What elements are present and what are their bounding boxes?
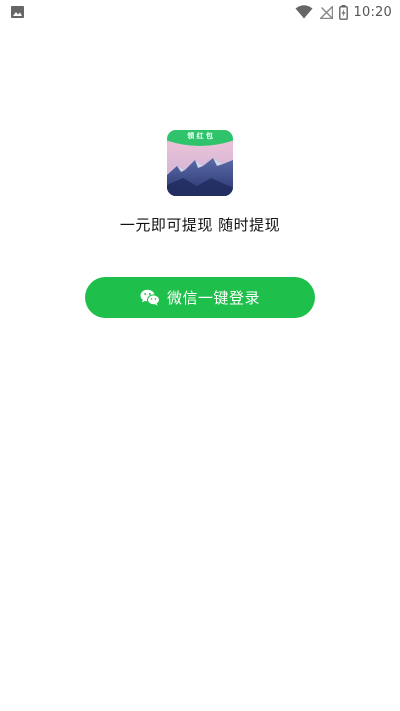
wechat-login-label: 微信一键登录 — [166, 289, 260, 307]
status-icons: 10:20 — [295, 3, 392, 21]
app-icon: 领 红 包 — [167, 130, 233, 196]
app-icon-banner-text: 领 红 包 — [187, 132, 213, 140]
wechat-icon — [140, 289, 160, 306]
battery-charging-icon — [338, 4, 348, 20]
gallery-icon — [11, 6, 24, 18]
wechat-login-button[interactable]: 微信一键登录 — [85, 277, 315, 318]
slogan-text: 一元即可提现 随时提现 — [119, 216, 281, 234]
status-bar: 10:20 — [0, 0, 400, 24]
wifi-icon — [295, 5, 313, 19]
login-screen: 10:20 领 红 包 一元即可提现 随时提现 微信一键登录 — [0, 0, 400, 711]
no-signal-icon — [319, 5, 333, 19]
status-time: 10:20 — [353, 4, 392, 20]
